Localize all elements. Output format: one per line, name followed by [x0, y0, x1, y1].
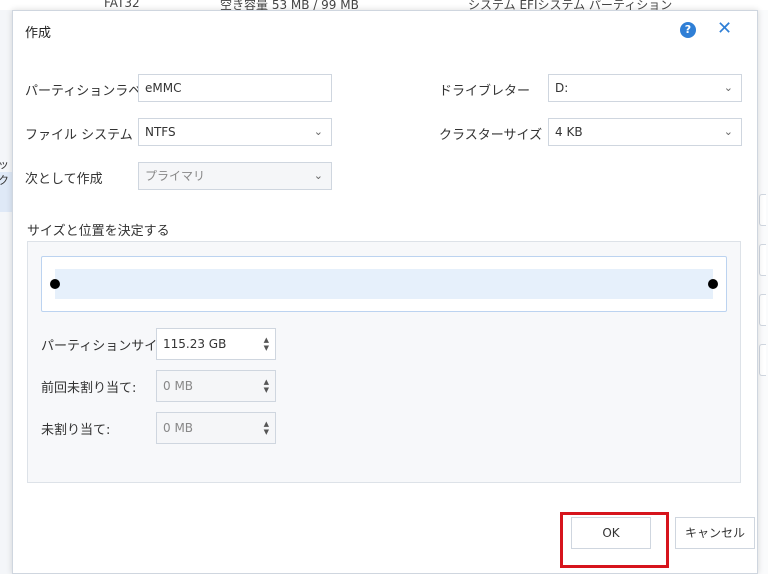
partition-label-value: eMMC: [145, 81, 182, 95]
cluster-size-label: クラスターサイズ: [439, 128, 543, 143]
ok-button-highlight: [560, 512, 669, 568]
chevron-down-icon: ⌄: [723, 81, 733, 94]
create-as-value: プライマリ: [145, 169, 206, 183]
partition-size-slider[interactable]: [41, 256, 727, 312]
unallocated-after-input: 0 MB ▲ ▼: [156, 412, 276, 444]
cluster-size-select[interactable]: 4 KB ⌄: [548, 118, 742, 146]
file-system-label: ファイル システム: [25, 128, 133, 143]
create-as-label: 次として作成: [25, 172, 103, 187]
unallocated-after-label: 未割り当て:: [41, 423, 111, 438]
dialog-title: 作成: [25, 26, 52, 41]
file-system-select[interactable]: NTFS ⌄: [138, 118, 332, 146]
file-system-value: NTFS: [145, 125, 176, 139]
help-icon[interactable]: ?: [680, 22, 696, 38]
spin-arrows-icon: ▲ ▼: [263, 420, 269, 436]
partition-size-value: 115.23 GB: [163, 337, 227, 351]
partition-size-input[interactable]: 115.23 GB ▲ ▼: [156, 328, 276, 360]
create-partition-dialog: 作成 ? ✕ パーティションラベル eMMC ドライブレター D: ⌄ ファイル…: [12, 10, 758, 574]
chevron-down-icon: ⌄: [313, 125, 323, 138]
cancel-button[interactable]: キャンセル: [675, 517, 755, 549]
partition-label-input[interactable]: eMMC: [138, 74, 332, 102]
bg-filesystem: FAT32: [104, 0, 140, 10]
drive-letter-select[interactable]: D: ⌄: [548, 74, 742, 102]
bg-left-text: ック: [0, 158, 9, 187]
create-as-select: プライマリ ⌄: [138, 162, 332, 190]
left-resize-handle[interactable]: [50, 279, 60, 289]
right-resize-handle[interactable]: [708, 279, 718, 289]
spin-arrows-icon[interactable]: ▲ ▼: [264, 336, 269, 352]
unallocated-before-value: 0 MB: [163, 379, 194, 393]
chevron-down-icon: ⌄: [723, 125, 733, 138]
drive-letter-label: ドライブレター: [439, 84, 531, 99]
unallocated-before-label: 前回未割り当て:: [41, 381, 137, 396]
background-partition-row: FAT32 空き容量 53 MB / 99 MB システム EFIシステム パー…: [0, 0, 768, 10]
cluster-size-value: 4 KB: [555, 125, 583, 139]
close-icon[interactable]: ✕: [717, 19, 732, 39]
partition-bar: [55, 269, 713, 299]
partition-label-label: パーティションラベル: [25, 84, 155, 99]
chevron-down-icon: ⌄: [313, 169, 323, 182]
unallocated-before-input: 0 MB ▲ ▼: [156, 370, 276, 402]
size-position-panel: パーティションサイズ: 115.23 GB ▲ ▼ 前回未割り当て: 0 MB ▲…: [27, 241, 741, 483]
spin-arrows-icon: ▲ ▼: [263, 378, 269, 394]
size-position-heading: サイズと位置を決定する: [27, 224, 170, 239]
unallocated-after-value: 0 MB: [163, 421, 194, 435]
bg-partition-type: システム EFIシステム パーティション: [468, 0, 673, 10]
partition-size-label: パーティションサイズ:: [41, 339, 175, 354]
drive-letter-value: D:: [555, 81, 569, 95]
bg-free-space: 空き容量 53 MB / 99 MB: [220, 0, 359, 10]
